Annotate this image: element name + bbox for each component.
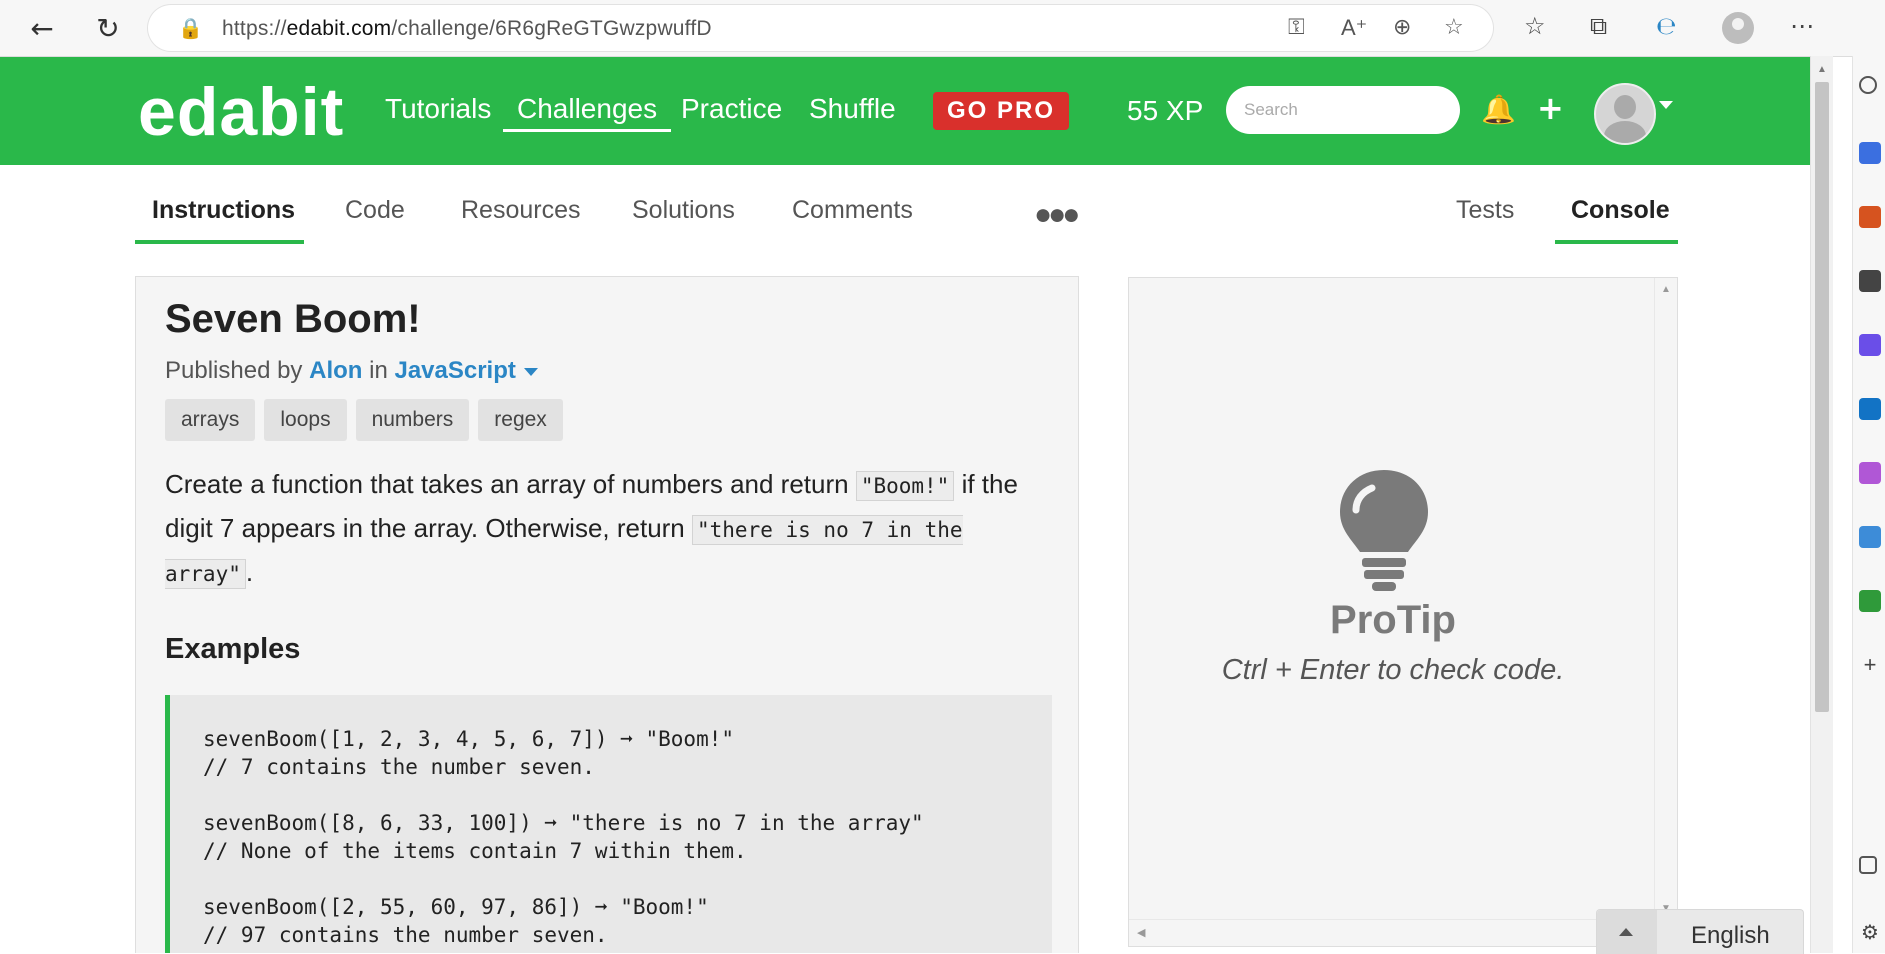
games-icon[interactable] (1859, 270, 1881, 292)
outlook-icon[interactable] (1859, 398, 1881, 420)
read-aloud-icon[interactable]: A⁺ (1341, 15, 1367, 41)
nav-shuffle[interactable]: Shuffle (809, 93, 896, 125)
lock-icon: 🔒 (178, 16, 203, 40)
bell-icon[interactable]: 🔔 (1481, 93, 1516, 126)
add-favorite-icon[interactable]: ☆ (1444, 15, 1464, 40)
tab-tests[interactable]: Tests (1456, 196, 1514, 225)
address-bar[interactable]: 🔒 https://edabit.com/challenge/6R6gReGTG… (148, 5, 1493, 51)
author-link[interactable]: Alon (309, 357, 362, 384)
scroll-up-icon[interactable]: ▲ (1817, 64, 1827, 75)
zoom-icon[interactable]: ⊕ (1393, 15, 1411, 40)
tab-code[interactable]: Code (345, 196, 405, 225)
console-vertical-scrollbar[interactable]: ▲ ▼ (1654, 278, 1677, 918)
published-by-label: Published by (165, 357, 303, 384)
edge-sidebar: + ⚙ (1852, 56, 1885, 953)
protip-title: ProTip (1330, 598, 1456, 642)
tag-arrays[interactable]: arrays (165, 399, 256, 441)
lightbulb-icon (1340, 470, 1428, 591)
avatar[interactable] (1594, 83, 1656, 145)
examples-code: sevenBoom([1, 2, 3, 4, 5, 6, 7]) ➞ "Boom… (203, 727, 924, 947)
examples-code-block: sevenBoom([1, 2, 3, 4, 5, 6, 7]) ➞ "Boom… (165, 695, 1052, 953)
plus-icon[interactable]: + (1537, 89, 1564, 127)
language-label: English (1691, 922, 1770, 949)
edge-extension-icon[interactable]: ℮ (1656, 12, 1677, 40)
tag-list: arrays loops numbers regex (165, 399, 563, 441)
chevron-down-icon (523, 367, 538, 376)
tag-regex[interactable]: regex (478, 399, 563, 441)
page-scrollbar[interactable]: ▲ (1810, 56, 1833, 953)
tab-instructions[interactable]: Instructions (152, 196, 295, 225)
xp-counter: 55 XP (1127, 95, 1204, 126)
designer-icon[interactable] (1859, 462, 1881, 484)
instructions-panel: Seven Boom! Published by Alon in JavaScr… (135, 276, 1079, 953)
challenge-meta: Published by Alon in JavaScript (165, 357, 538, 385)
add-sidebar-icon[interactable]: + (1859, 654, 1881, 676)
back-button[interactable]: ← (22, 8, 62, 48)
go-pro-button[interactable]: GO PRO (933, 92, 1069, 130)
tab-console-underline (1555, 240, 1678, 244)
tag-loops[interactable]: loops (264, 399, 347, 441)
favorites-icon[interactable]: ☆ (1524, 12, 1546, 40)
tools-icon[interactable] (1859, 206, 1881, 228)
collections-icon[interactable]: ⧉ (1590, 12, 1607, 40)
split-screen-icon[interactable] (1859, 856, 1877, 874)
language-link[interactable]: JavaScript (394, 357, 538, 384)
key-icon[interactable]: ⚿ (1288, 15, 1305, 40)
chevron-down-icon[interactable] (1659, 101, 1673, 109)
tab-solutions[interactable]: Solutions (632, 196, 735, 225)
language-selector[interactable]: English (1596, 909, 1804, 954)
tab-console[interactable]: Console (1571, 196, 1670, 225)
in-label: in (369, 357, 388, 384)
tab-comments[interactable]: Comments (792, 196, 913, 225)
site-header: edabit Tutorials Challenges Practice Shu… (0, 57, 1810, 165)
shopping-icon[interactable] (1859, 142, 1881, 164)
refresh-button[interactable]: ↻ (88, 8, 128, 48)
nav-tutorials[interactable]: Tutorials (385, 93, 491, 125)
office-icon[interactable] (1859, 334, 1881, 356)
settings-icon[interactable]: ⚙ (1859, 922, 1881, 944)
search-input[interactable] (1226, 86, 1460, 134)
send-icon[interactable] (1859, 526, 1881, 548)
chevron-up-icon (1619, 928, 1633, 936)
more-options-dots-icon[interactable]: ●●● (1034, 198, 1080, 232)
more-options-icon[interactable]: ⋯ (1790, 12, 1814, 40)
challenge-description: Create a function that takes an array of… (165, 469, 1018, 589)
url-text[interactable]: https://edabit.com/challenge/6R6gReGTGwz… (222, 17, 712, 41)
nav-practice[interactable]: Practice (681, 93, 782, 125)
challenge-title: Seven Boom! (165, 297, 421, 341)
browser-toolbar: ← ↻ 🔒 https://edabit.com/challenge/6R6gR… (0, 0, 1885, 57)
language-toggle[interactable] (1597, 910, 1657, 954)
nav-challenges[interactable]: Challenges (503, 93, 672, 132)
examples-heading: Examples (165, 633, 301, 665)
protip-text: Ctrl + Enter to check code. (1221, 654, 1565, 686)
scroll-up-icon[interactable]: ▲ (1661, 284, 1671, 295)
search-sidebar-icon[interactable] (1859, 76, 1877, 94)
tag-numbers[interactable]: numbers (355, 399, 470, 441)
scroll-left-icon[interactable]: ◀ (1137, 926, 1145, 939)
scrollbar-thumb[interactable] (1815, 82, 1829, 712)
profile-icon[interactable] (1722, 12, 1754, 44)
tab-instructions-underline (135, 240, 304, 244)
inline-code-boom: "Boom!" (855, 471, 955, 501)
edabit-logo[interactable]: edabit (138, 73, 344, 151)
tree-icon[interactable] (1859, 590, 1881, 612)
console-horizontal-scrollbar[interactable]: ◀ (1129, 919, 1657, 946)
tab-resources[interactable]: Resources (461, 196, 581, 225)
console-panel: ProTip Ctrl + Enter to check code. ▲ ▼ ◀ (1128, 277, 1678, 947)
